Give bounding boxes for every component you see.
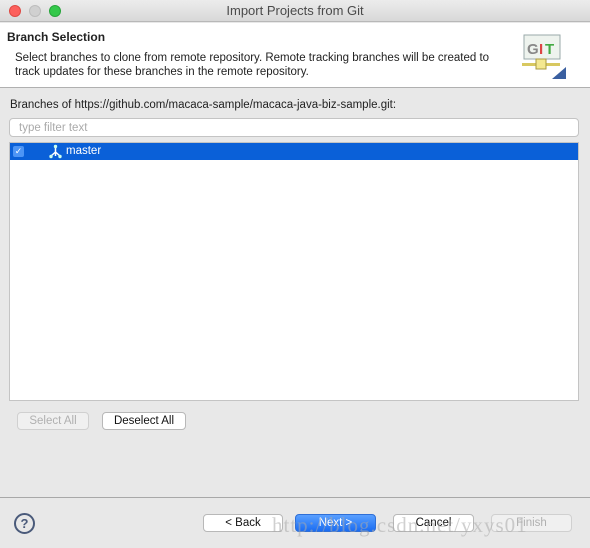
finish-button[interactable]: Finish <box>491 514 572 532</box>
svg-text:T: T <box>545 41 554 58</box>
window-title: Import Projects from Git <box>226 3 364 18</box>
next-button[interactable]: Next > <box>295 514 376 532</box>
git-icon: G I T <box>522 34 566 79</box>
branch-list[interactable]: ✓ master <box>9 142 579 401</box>
list-item[interactable]: ✓ master <box>10 143 578 160</box>
branch-label: master <box>66 145 102 157</box>
zoom-window-button[interactable] <box>49 5 61 17</box>
page-title: Branch Selection <box>7 30 106 44</box>
back-button[interactable]: < Back <box>203 514 283 532</box>
checkbox[interactable]: ✓ <box>13 146 24 157</box>
select-all-button[interactable]: Select All <box>17 412 89 430</box>
wizard-header: Branch Selection Select branches to clon… <box>0 23 590 88</box>
minimize-window-button[interactable] <box>29 5 41 17</box>
page-description: Select branches to clone from remote rep… <box>15 52 490 78</box>
deselect-all-button[interactable]: Deselect All <box>102 412 186 430</box>
filter-input[interactable] <box>9 118 579 137</box>
branch-icon <box>49 144 62 159</box>
footer-divider <box>0 497 590 498</box>
help-icon[interactable]: ? <box>14 513 35 534</box>
branches-label: Branches of https://github.com/macaca-sa… <box>10 99 397 111</box>
close-window-button[interactable] <box>9 5 21 17</box>
svg-text:I: I <box>539 41 543 58</box>
title-bar: Import Projects from Git <box>0 0 590 22</box>
svg-text:G: G <box>527 41 539 58</box>
cancel-button[interactable]: Cancel <box>393 514 474 532</box>
